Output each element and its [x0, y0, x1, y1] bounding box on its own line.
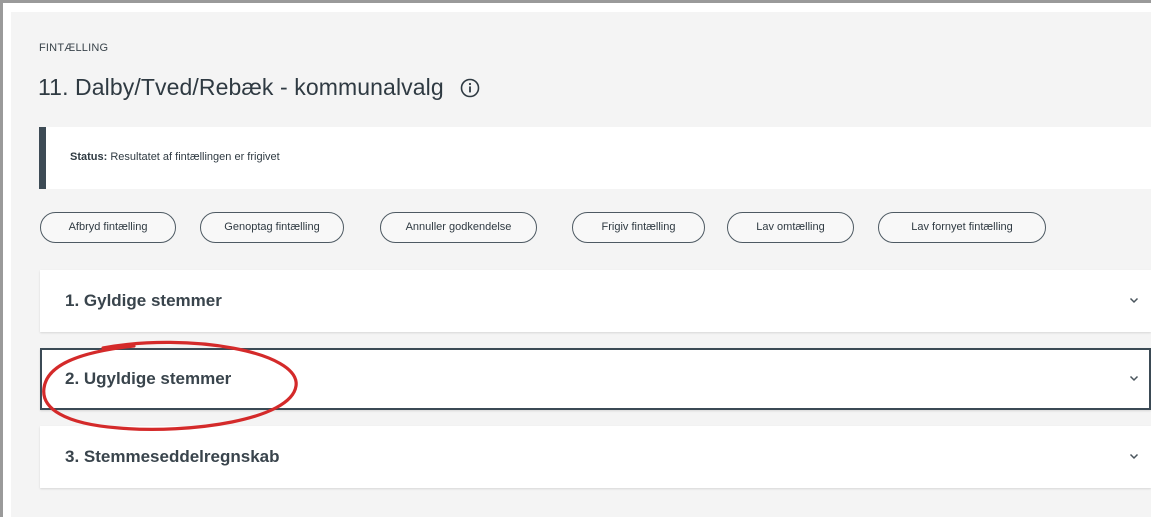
- section-title: 2. Ugyldige stemmer: [65, 369, 232, 388]
- genoptag-fintaelling-button[interactable]: Genoptag fintælling: [200, 212, 344, 243]
- info-icon[interactable]: [460, 78, 480, 98]
- section-title: 3. Stemmeseddelregnskab: [65, 447, 280, 466]
- section-gyldige-stemmer[interactable]: 1. Gyldige stemmer: [40, 270, 1151, 332]
- page-title: 11. Dalby/Tved/Rebæk - kommunalvalg: [38, 74, 444, 100]
- status-box: Status: Resultatet af fintællingen er fr…: [39, 127, 1151, 189]
- title-row: 11. Dalby/Tved/Rebæk - kommunalvalg: [38, 74, 480, 101]
- status-text: Status: Resultatet af fintællingen er fr…: [70, 151, 280, 163]
- status-value: Resultatet af fintællingen er frigivet: [107, 151, 280, 163]
- section-stemmeseddelregnskab[interactable]: 3. Stemmeseddelregnskab: [40, 426, 1151, 488]
- annuller-godkendelse-button[interactable]: Annuller godkendelse: [380, 212, 537, 243]
- chevron-down-icon[interactable]: [1129, 374, 1139, 382]
- lav-fornyet-fintaelling-button[interactable]: Lav fornyet fintælling: [878, 212, 1046, 243]
- afbryd-fintaelling-button[interactable]: Afbryd fintælling: [40, 212, 176, 243]
- fintaelling-panel: FINTÆLLING 11. Dalby/Tved/Rebæk - kommun…: [11, 12, 1151, 517]
- status-label: Status:: [70, 151, 108, 163]
- section-title: 1. Gyldige stemmer: [65, 291, 222, 310]
- chevron-down-icon[interactable]: [1129, 452, 1139, 460]
- chevron-down-icon[interactable]: [1129, 296, 1139, 304]
- lav-omtaelling-button[interactable]: Lav omtælling: [727, 212, 854, 243]
- page-eyebrow: FINTÆLLING: [39, 42, 109, 54]
- section-ugyldige-stemmer[interactable]: 2. Ugyldige stemmer: [40, 348, 1151, 410]
- frigiv-fintaelling-button[interactable]: Frigiv fintælling: [572, 212, 705, 243]
